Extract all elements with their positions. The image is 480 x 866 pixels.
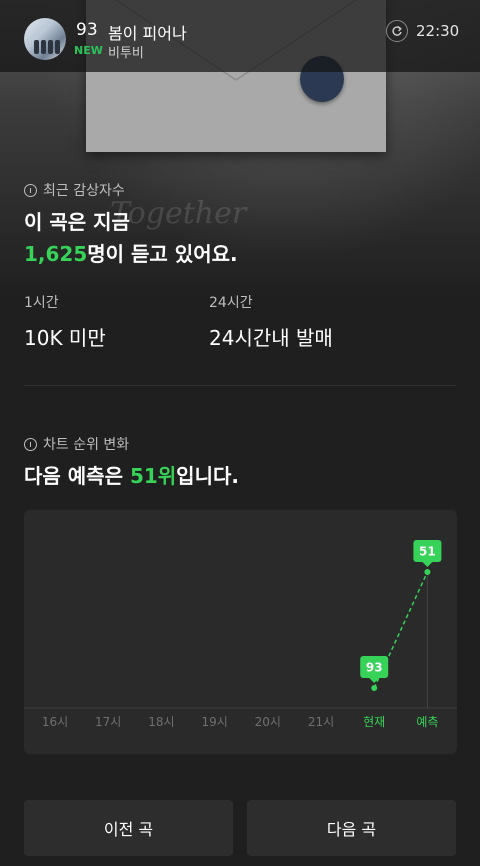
listener-count: 1,625 <box>24 242 88 266</box>
next-song-button[interactable]: 다음 곡 <box>247 800 456 856</box>
stat-24h-label: 24시간 <box>209 295 253 311</box>
song-title[interactable]: 봄이 피어나 <box>108 20 187 44</box>
listeners-count-line: 1,625명이 듣고 있어요. <box>24 242 238 266</box>
update-time: 22:30 <box>416 22 460 40</box>
chart-point-badge-tail <box>422 562 433 567</box>
chart-x-tick-label: 21시 <box>308 715 334 729</box>
chart-x-tick-label: 19시 <box>201 715 227 729</box>
stat-1h-label: 1시간 <box>24 295 59 311</box>
chart-x-tick-label: 16시 <box>42 715 68 729</box>
chart-x-tick-label: 17시 <box>95 715 121 729</box>
chart-data-point <box>424 569 431 575</box>
info-icon[interactable] <box>24 437 37 451</box>
listeners-section-label: 최근 감상자수 <box>24 180 125 200</box>
info-icon[interactable] <box>24 183 37 197</box>
section-divider <box>24 385 456 386</box>
chart-x-tick-label: 18시 <box>148 715 174 729</box>
chart-rank: 93 <box>76 20 98 40</box>
rank-chart: 16시 17시 18시 19시 20시 21시 현재 예측 93 51 <box>24 510 457 754</box>
chart-data-label: 93 <box>366 661 383 675</box>
rank-chart-svg: 16시 17시 18시 19시 20시 21시 현재 예측 93 51 <box>24 540 457 729</box>
now-playing-bar: 93 봄이 피어나 NEW 비투비 22:30 <box>0 0 480 72</box>
refresh-icon[interactable] <box>386 20 408 42</box>
previous-song-button[interactable]: 이전 곡 <box>24 800 233 856</box>
chart-x-tick-label: 현재 <box>363 715 385 729</box>
album-thumbnail[interactable] <box>24 18 66 60</box>
predicted-rank: 51위 <box>129 464 177 488</box>
artist-name[interactable]: 비투비 <box>108 42 144 61</box>
chart-data-point <box>371 685 378 691</box>
rank-change-section-label: 차트 순위 변화 <box>24 434 129 454</box>
rank-prediction-headline: 다음 예측은 51위입니다. <box>24 464 239 488</box>
album-watermark-text: Together <box>110 196 247 231</box>
chart-x-tick-label: 20시 <box>255 715 281 729</box>
listeners-headline: 이 곡은 지금 <box>24 210 130 234</box>
chart-data-label: 51 <box>419 545 436 559</box>
stat-24h-value: 24시간내 발매 <box>209 326 333 350</box>
chart-x-tick-label: 예측 <box>416 715 438 729</box>
stat-1h-value: 10K 미만 <box>24 326 106 350</box>
new-badge: NEW <box>74 44 103 57</box>
